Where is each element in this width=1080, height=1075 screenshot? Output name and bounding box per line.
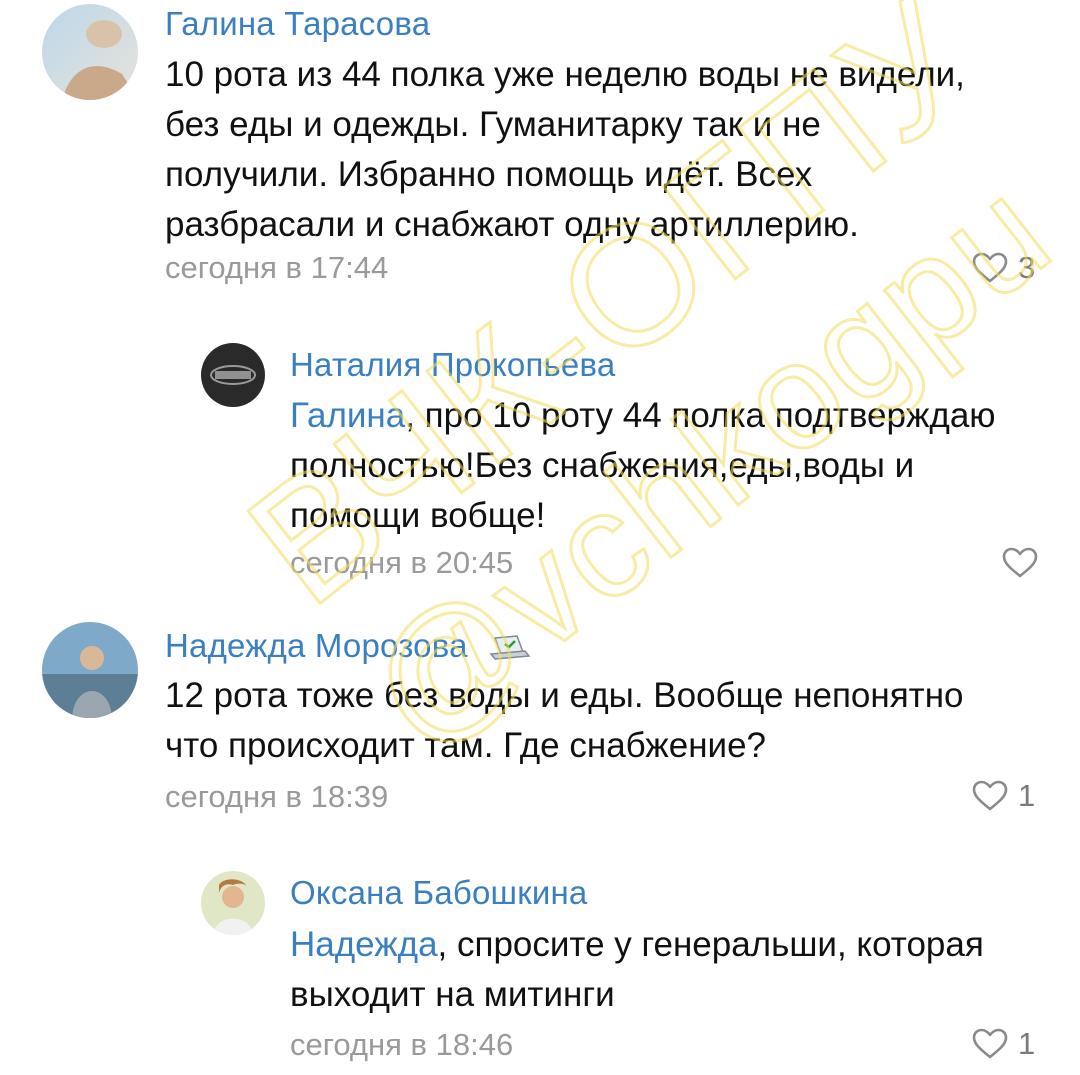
mention-link[interactable]: Надежда [290,925,438,964]
like-count: 1 [1018,1026,1036,1061]
like-count: 1 [1018,778,1036,813]
avatar-photo-icon [42,4,138,100]
heart-icon [972,252,1008,283]
avatar[interactable] [201,343,265,407]
comment-text: Галина, про 10 роту 44 полка подтверждаю… [290,396,996,535]
timestamp: сегодня в 18:46 [290,1027,514,1062]
heart-icon [972,1028,1008,1059]
heart-icon [1002,547,1038,578]
author-name[interactable]: Наталия Прокопьева [290,346,615,384]
timestamp: сегодня в 20:45 [290,545,514,580]
avatar-logo-icon [201,343,265,407]
heart-icon [972,780,1008,811]
avatar-photo-icon [201,871,265,935]
like-button[interactable]: 1 [972,774,1035,818]
avatar-photo-icon [42,622,138,718]
like-button[interactable]: 1 [972,1022,1035,1066]
laptop-badge-icon [489,635,531,661]
like-button[interactable]: 3 [972,246,1035,290]
comment-text: 10 рота из 44 полка уже неделю воды не в… [165,55,965,244]
author-name[interactable]: Галина Тарасова [165,5,430,43]
avatar[interactable] [42,622,138,718]
comment-text: Надежда, спросите у генеральши, которая … [290,925,984,1014]
comment-text: 12 рота тоже без воды и еды. Вообще непо… [165,676,964,765]
like-button[interactable] [1002,541,1038,585]
timestamp: сегодня в 18:39 [165,779,389,814]
like-count: 3 [1018,250,1036,285]
avatar[interactable] [201,871,265,935]
author-name[interactable]: Оксана Бабошкина [290,874,587,912]
author-name[interactable]: Надежда Морозова [165,627,531,665]
avatar[interactable] [42,4,138,100]
mention-link[interactable]: Галина [290,396,405,435]
timestamp: сегодня в 17:44 [165,250,389,285]
